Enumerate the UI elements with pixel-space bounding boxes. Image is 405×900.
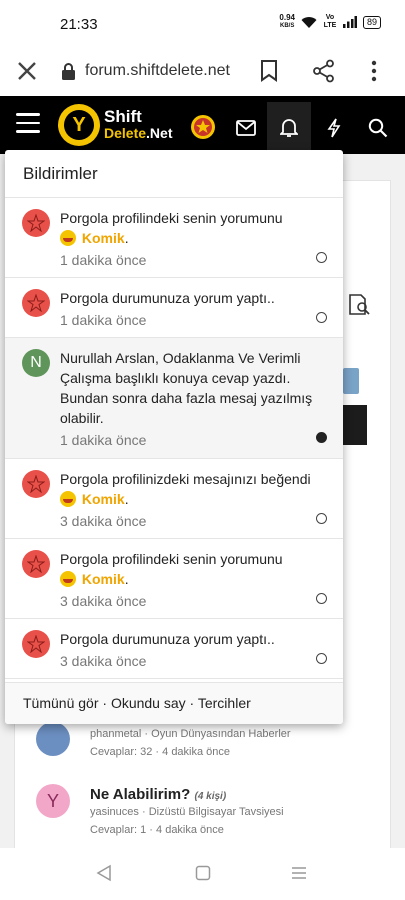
bell-icon[interactable]	[271, 110, 307, 146]
notification-time: 1 dakika önce	[60, 432, 147, 448]
volte-icon: Vo LTE	[323, 14, 337, 29]
system-nav-bar	[0, 848, 405, 900]
url-text[interactable]: forum.shiftdelete.net	[85, 62, 230, 80]
dropdown-footer: Tümünü gör · Okundu say · Tercihler	[5, 682, 343, 724]
avatar[interactable]: N	[22, 349, 50, 377]
read-status-toggle[interactable]	[316, 252, 327, 263]
notification-item[interactable]: Porgola durumunuza yorum yaptı.. 3 dakik…	[5, 619, 343, 679]
close-icon[interactable]	[14, 58, 40, 84]
laughing-emoji-icon	[60, 230, 76, 246]
laughing-emoji-icon	[60, 491, 76, 507]
site-logo[interactable]: Y Shift Delete.Net	[58, 104, 172, 146]
notification-time: 3 dakika önce	[60, 513, 147, 529]
status-bar: 21:33 0.94 KB/S Vo LTE 89	[0, 0, 405, 48]
avatar[interactable]	[22, 470, 50, 498]
recents-icon[interactable]	[291, 864, 307, 882]
notification-item[interactable]: Porgola profilindeki senin yorumunu Komi…	[5, 539, 343, 619]
mark-read-link[interactable]: Okundu say	[111, 695, 186, 711]
back-icon[interactable]	[96, 864, 112, 882]
more-menu-icon[interactable]	[370, 60, 378, 82]
thread-avatar	[36, 722, 70, 756]
avatar[interactable]	[22, 289, 50, 317]
share-icon[interactable]	[312, 59, 336, 83]
wifi-icon	[301, 16, 317, 28]
laughing-emoji-icon	[60, 571, 76, 587]
notification-time: 1 dakika önce	[60, 252, 147, 268]
signal-icon	[342, 16, 357, 28]
see-all-link[interactable]: Tümünü gör	[23, 695, 98, 711]
notification-item[interactable]: Porgola durumunuza yorum yaptı.. 1 dakik…	[5, 278, 343, 338]
logo-mark: Y	[58, 104, 100, 146]
bookmark-icon[interactable]	[259, 59, 279, 83]
status-icons: 0.94 KB/S Vo LTE 89	[279, 14, 381, 30]
read-status-toggle[interactable]	[316, 653, 327, 664]
notification-item[interactable]: Porgola profilindeki senin yorumunu Komi…	[5, 198, 343, 278]
thread-row[interactable]: Y Ne Alabilirim? (4 kişi) yasinuces · Di…	[36, 784, 366, 836]
preferences-link[interactable]: Tercihler	[198, 695, 251, 711]
lock-icon	[62, 63, 75, 80]
lightning-icon[interactable]	[316, 110, 352, 146]
notification-item[interactable]: N Nurullah Arslan, Odaklanma Ve Verimli …	[5, 338, 343, 459]
avatar[interactable]	[22, 550, 50, 578]
thread-avatar: Y	[36, 784, 70, 818]
avatar[interactable]	[22, 630, 50, 658]
notifications-dropdown: Bildirimler Porgola profilindeki senin y…	[5, 150, 343, 724]
hamburger-menu-icon[interactable]	[16, 113, 40, 135]
dark-button-edge	[343, 405, 367, 445]
notification-time: 3 dakika önce	[60, 593, 147, 609]
read-status-toggle[interactable]	[316, 432, 327, 443]
notification-item[interactable]: Porgola profilinizdeki mesajınızı beğend…	[5, 459, 343, 539]
read-status-toggle[interactable]	[316, 593, 327, 604]
read-status-toggle[interactable]	[316, 513, 327, 524]
thread-row[interactable]: phanmetal · Oyun Dünyasından Haberler Ce…	[36, 722, 366, 770]
blue-button-edge	[343, 368, 359, 394]
home-icon[interactable]	[195, 864, 211, 882]
avatar[interactable]	[22, 209, 50, 237]
user-avatar[interactable]	[190, 114, 216, 140]
search-icon[interactable]	[360, 110, 396, 146]
messages-icon[interactable]	[228, 110, 264, 146]
search-document-icon[interactable]	[348, 294, 372, 316]
notification-time: 1 dakika önce	[60, 312, 147, 328]
read-status-toggle[interactable]	[316, 312, 327, 323]
browser-toolbar: forum.shiftdelete.net	[0, 48, 405, 96]
battery-icon: 89	[362, 15, 381, 29]
dropdown-title: Bildirimler	[5, 150, 343, 198]
notification-time: 3 dakika önce	[60, 653, 147, 669]
thread-title: Ne Alabilirim? (4 kişi)	[90, 786, 227, 803]
status-time: 21:33	[60, 16, 98, 33]
net-speed: 0.94 KB/S	[279, 13, 295, 30]
